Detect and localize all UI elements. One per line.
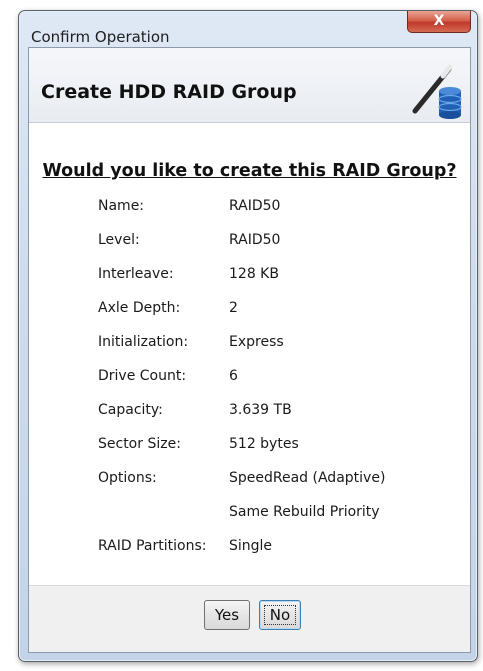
window-title: Confirm Operation [31,28,170,46]
wand-disk-icon [412,64,462,119]
detail-value: 512 bytes [229,436,299,452]
detail-value: 128 KB [229,266,279,282]
detail-label: Name: [98,198,145,214]
detail-value: RAID50 [229,198,281,214]
detail-label: Sector Size: [98,436,181,452]
detail-label: Options: [98,470,157,486]
detail-value: SpeedRead (Adaptive) [229,470,386,486]
dialog-header: Create HDD RAID Group [29,48,470,123]
detail-value: RAID50 [229,232,281,248]
close-icon: X [433,13,445,29]
detail-label: Drive Count: [98,368,187,384]
close-button[interactable]: X [407,11,471,33]
confirmation-question: Would you like to create this RAID Group… [42,161,457,181]
detail-label: Interleave: [98,266,174,282]
focus-ring [264,605,296,625]
detail-value: 2 [229,300,238,316]
yes-button[interactable]: Yes [204,600,250,630]
confirm-dialog-window: Confirm Operation X Create HDD RAID Grou… [18,10,478,662]
detail-value: 3.639 TB [229,402,292,418]
detail-label: Axle Depth: [98,300,181,316]
detail-label: Initialization: [98,334,189,350]
dialog-content: Create HDD RAID Group Would you like to … [28,47,471,653]
no-button[interactable]: No [259,600,301,630]
detail-label: Capacity: [98,402,163,418]
detail-label: Level: [98,232,140,248]
dialog-heading: Create HDD RAID Group [41,81,297,103]
detail-value: Single [229,538,273,554]
detail-value: 6 [229,368,238,384]
detail-value: Same Rebuild Priority [229,504,380,520]
detail-value: Express [229,334,284,350]
button-bar: Yes No [29,585,470,652]
detail-label: RAID Partitions: [98,538,207,554]
